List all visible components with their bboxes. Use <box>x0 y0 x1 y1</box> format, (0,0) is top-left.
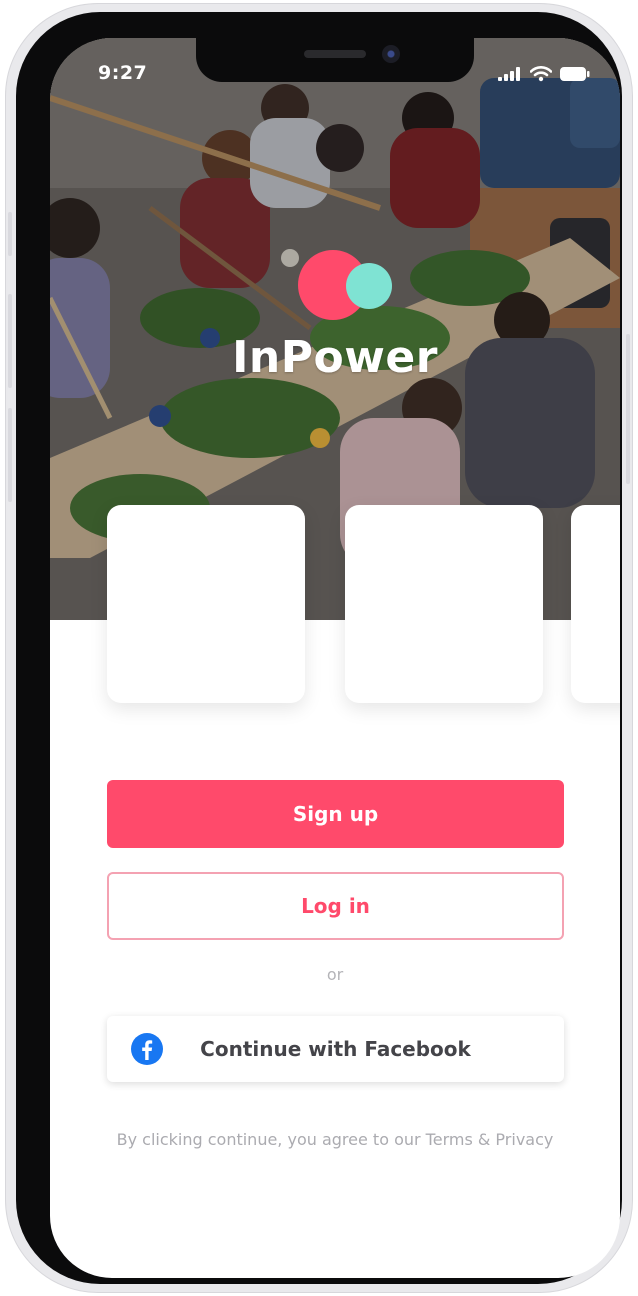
phone-frame: 9:27 InPower Sign up Log in or Continue … <box>6 4 632 1292</box>
feature-carousel[interactable] <box>50 505 620 705</box>
carousel-card[interactable] <box>345 505 543 703</box>
sign-up-label: Sign up <box>292 802 379 826</box>
battery-icon <box>560 67 590 81</box>
or-divider-text: or <box>326 965 344 984</box>
log-in-button[interactable]: Log in <box>107 872 564 940</box>
app-screen: 9:27 InPower Sign up Log in or Continue … <box>50 38 620 1278</box>
status-bar: 9:27 <box>50 60 620 90</box>
facebook-label: Continue with Facebook <box>200 1037 471 1061</box>
terms-text[interactable]: By clicking continue, you agree to our T… <box>50 1130 620 1149</box>
status-icons <box>498 66 590 82</box>
carousel-card[interactable] <box>107 505 305 703</box>
cellular-signal-icon <box>498 67 520 81</box>
logo-circle-mint <box>346 263 392 309</box>
phone-bezel: 9:27 InPower Sign up Log in or Continue … <box>16 12 622 1284</box>
inpower-logo <box>298 250 394 322</box>
earpiece-speaker <box>304 50 366 58</box>
status-time: 9:27 <box>98 62 148 84</box>
facebook-icon <box>131 1033 163 1065</box>
sign-up-button[interactable]: Sign up <box>107 780 564 848</box>
carousel-card[interactable] <box>571 505 620 703</box>
volume-up-button <box>8 294 12 388</box>
silent-switch <box>8 212 12 256</box>
brand-name: InPower <box>232 332 438 383</box>
log-in-label: Log in <box>301 894 370 918</box>
wifi-icon <box>530 66 552 82</box>
power-button <box>626 334 630 484</box>
continue-with-facebook-button[interactable]: Continue with Facebook <box>107 1016 564 1082</box>
volume-down-button <box>8 408 12 502</box>
